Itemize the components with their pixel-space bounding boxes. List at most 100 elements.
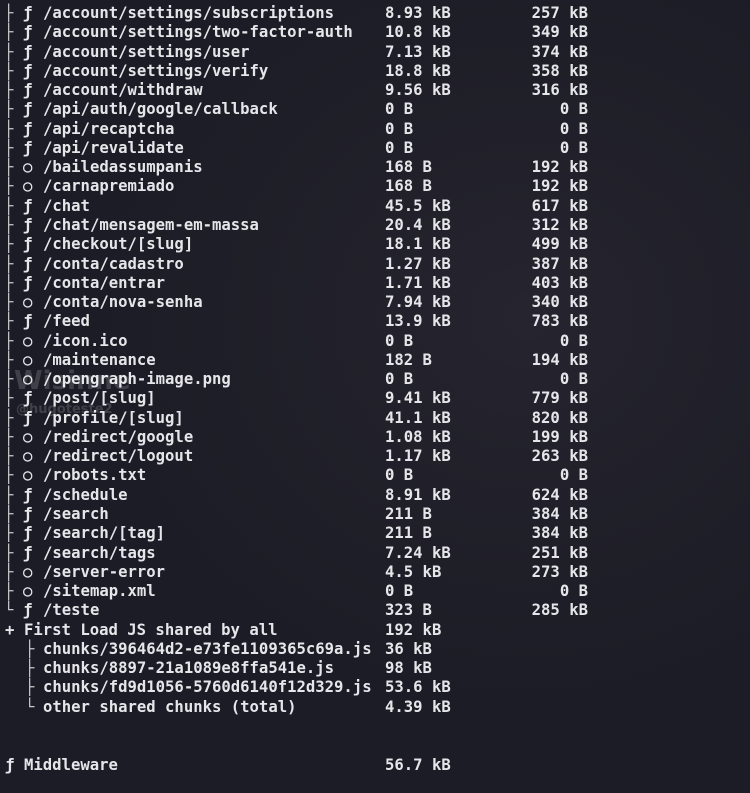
tree-connector: ├ <box>4 389 14 408</box>
route-size: 9.56 kB <box>385 81 451 100</box>
route-first-load: 617 kB <box>531 196 588 215</box>
route-first-load: 0 B <box>559 466 588 485</box>
chunk-row: └ other shared chunks (total) 4.39 kB <box>0 698 750 717</box>
middleware-label: Middleware <box>24 755 118 774</box>
route-row: ├ ƒ/checkout/[slug] 18.1 kB 499 kB <box>0 235 750 254</box>
tree-connector: └ <box>4 601 14 620</box>
dynamic-route-icon: ƒ <box>23 543 33 562</box>
shared-label: First Load JS shared by all <box>24 620 278 639</box>
chunk-row: ├ chunks/396464d2-e73fe1109365c69a.js 36 k… <box>0 640 750 659</box>
tree-connector: ├ <box>4 524 14 543</box>
route-size: 18.8 kB <box>385 61 451 80</box>
tree-connector: ├ <box>4 370 14 389</box>
static-route-icon: ○ <box>23 158 33 177</box>
static-route-icon: ○ <box>23 466 33 485</box>
route-path: /server-error <box>43 562 166 581</box>
chunk-row: ├ chunks/8897-21a1089e8ffa541e.js 98 kB <box>0 659 750 678</box>
route-row: ├ ○ /carnapremiado 168 B 192 kB <box>0 177 750 196</box>
route-size: 1.27 kB <box>385 254 451 273</box>
tree-connector: ├ <box>25 659 35 678</box>
route-first-load: 499 kB <box>531 235 588 254</box>
route-path: /search/tags <box>43 543 156 562</box>
route-size: 10.8 kB <box>385 23 451 42</box>
route-size: 18.1 kB <box>385 235 451 254</box>
route-first-load: 199 kB <box>531 427 588 446</box>
route-path: /api/recaptcha <box>43 119 175 138</box>
tree-connector: ├ <box>4 447 14 466</box>
chunk-size: 98 kB <box>385 659 432 678</box>
route-row: ├ ○ /redirect/google 1.08 kB 199 kB <box>0 428 750 447</box>
route-size: 4.5 kB <box>385 562 442 581</box>
tree-connector: ├ <box>4 215 14 234</box>
dynamic-route-icon: ƒ <box>23 100 33 119</box>
route-size: 0 B <box>385 370 414 389</box>
static-route-icon: ○ <box>23 331 33 350</box>
dynamic-route-icon: ƒ <box>23 312 33 331</box>
route-row: ├ ○ /robots.txt 0 B 0 B <box>0 466 750 485</box>
route-first-load: 285 kB <box>531 601 588 620</box>
route-first-load: 779 kB <box>531 389 588 408</box>
route-size: 1.08 kB <box>385 427 451 446</box>
route-size: 211 B <box>385 524 432 543</box>
chunk-size: 4.39 kB <box>385 697 451 716</box>
dynamic-route-icon: ƒ <box>23 254 33 273</box>
dynamic-route-icon: ƒ <box>23 23 33 42</box>
route-row: ├ ○ /server-error 4.5 kB 273 kB <box>0 563 750 582</box>
static-route-icon: ○ <box>23 447 33 466</box>
route-first-load: 358 kB <box>531 61 588 80</box>
route-row: ├ ƒ/chat/mensagem-em-massa 20.4 kB 312 kB <box>0 216 750 235</box>
route-first-load: 0 B <box>559 582 588 601</box>
route-row: ├ ƒ/api/auth/google/callback 0 B 0 B <box>0 100 750 119</box>
route-path: /search/[tag] <box>43 524 166 543</box>
tree-connector: ├ <box>4 4 14 22</box>
chunk-name: chunks/396464d2-e73fe1109365c69a.js <box>43 639 372 658</box>
route-path: /api/auth/google/callback <box>43 100 278 119</box>
shared-js-row: + First Load JS shared by all 192 kB <box>0 621 750 640</box>
route-path: /account/withdraw <box>43 81 203 100</box>
chunk-row: ├ chunks/fd9d1056-5760d6140f12d329.js 53.6… <box>0 678 750 697</box>
dynamic-route-icon: ƒ <box>23 42 33 61</box>
tree-connector: ├ <box>4 582 14 601</box>
route-size: 41.1 kB <box>385 408 451 427</box>
route-size: 211 B <box>385 505 432 524</box>
route-first-load: 783 kB <box>531 312 588 331</box>
route-size: 7.13 kB <box>385 42 451 61</box>
route-path: /checkout/[slug] <box>43 235 194 254</box>
route-path: /bailedassumpanis <box>43 158 203 177</box>
dynamic-route-icon: ƒ <box>23 138 33 157</box>
route-row: ├ ƒ/account/settings/subscriptions 8.93 kB… <box>0 4 750 23</box>
shared-size: 192 kB <box>385 620 442 639</box>
tree-connector: ├ <box>4 42 14 61</box>
tree-connector: ├ <box>4 543 14 562</box>
route-size: 168 B <box>385 177 432 196</box>
route-first-load: 374 kB <box>531 42 588 61</box>
route-path: /conta/entrar <box>43 273 166 292</box>
route-size: 0 B <box>385 119 414 138</box>
route-size: 9.41 kB <box>385 389 451 408</box>
route-size: 168 B <box>385 158 432 177</box>
tree-connector: ├ <box>25 639 35 658</box>
route-first-load: 384 kB <box>531 524 588 543</box>
middleware-row: ƒ Middleware 56.7 kB <box>0 756 750 775</box>
route-row: ├ ○ /bailedassumpanis 168 B 192 kB <box>0 158 750 177</box>
static-route-icon: ○ <box>23 427 33 446</box>
route-size: 1.17 kB <box>385 447 451 466</box>
dynamic-route-icon: ƒ <box>5 755 15 774</box>
route-row: ├ ○ /redirect/logout 1.17 kB 263 kB <box>0 447 750 466</box>
dynamic-route-icon: ƒ <box>23 61 33 80</box>
tree-connector: ├ <box>4 138 14 157</box>
dynamic-route-icon: ƒ <box>23 81 33 100</box>
dynamic-route-icon: ƒ <box>23 4 33 22</box>
route-path: /teste <box>43 601 100 620</box>
tree-connector: ├ <box>4 485 14 504</box>
tree-connector: ├ <box>4 427 14 446</box>
route-first-load: 312 kB <box>531 215 588 234</box>
static-route-icon: ○ <box>23 293 33 312</box>
dynamic-route-icon: ƒ <box>23 485 33 504</box>
route-row: ├ ○ /sitemap.xml 0 B 0 B <box>0 582 750 601</box>
route-row: ├ ○ /conta/nova-senha 7.94 kB 340 kB <box>0 293 750 312</box>
route-path: /chat/mensagem-em-massa <box>43 215 259 234</box>
route-size: 0 B <box>385 331 414 350</box>
tree-connector: ├ <box>4 177 14 196</box>
static-route-icon: ○ <box>23 562 33 581</box>
